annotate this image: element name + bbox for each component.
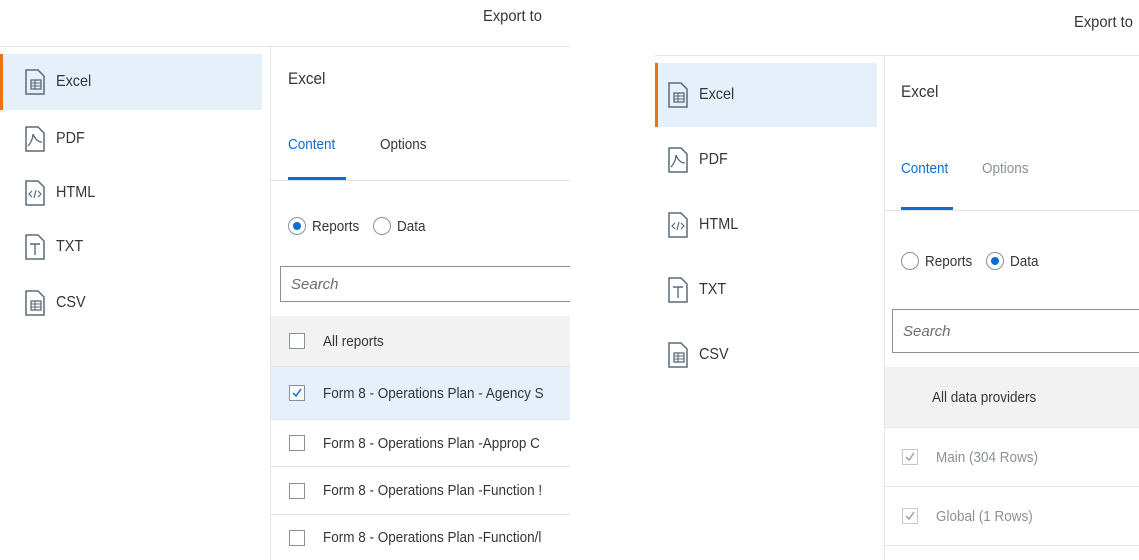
row-label: Global (1 Rows) <box>936 507 1033 525</box>
nav-item-excel[interactable]: Excel <box>655 63 877 127</box>
content-pane: Excel Content Options Reports Data All d… <box>884 56 1139 560</box>
pdf-icon <box>668 147 688 173</box>
nav-label: CSV <box>699 346 729 363</box>
nav-label: CSV <box>56 294 86 311</box>
content-type-radios: Reports Data <box>901 252 1049 270</box>
nav-item-html[interactable]: HTML <box>655 200 877 250</box>
radio-dot <box>990 257 999 265</box>
format-title: Excel <box>288 69 326 88</box>
list-item: Main (304 Rows) <box>885 428 1139 487</box>
list-header-label: All data providers <box>932 388 1037 406</box>
nav-item-txt[interactable]: TXT <box>655 265 877 315</box>
check-icon <box>905 511 915 521</box>
list-item[interactable]: Form 8 - Operations Plan -Function ! <box>271 467 570 515</box>
nav-label: PDF <box>699 151 728 168</box>
radio-label-reports: Reports <box>312 217 360 235</box>
list-header[interactable]: All reports <box>271 316 570 367</box>
radio-data[interactable] <box>985 252 1004 270</box>
row-label: Form 8 - Operations Plan - Agency S <box>323 384 544 402</box>
list-item[interactable]: Form 8 - Operations Plan -Function/l <box>271 515 570 560</box>
search-input[interactable] <box>893 310 1139 352</box>
row-checkbox <box>902 508 918 524</box>
search-input[interactable] <box>281 267 570 301</box>
nav-item-txt[interactable]: TXT <box>0 224 262 270</box>
nav-item-pdf[interactable]: PDF <box>655 135 877 185</box>
search-field <box>892 309 1139 353</box>
nav-label: TXT <box>699 281 727 298</box>
csv-icon <box>25 290 45 316</box>
radio-label-data: Data <box>1009 252 1039 270</box>
nav-item-html[interactable]: HTML <box>0 170 262 216</box>
row-label: Form 8 - Operations Plan -Function ! <box>323 482 543 499</box>
export-dialog-data: Export to Excel PDF HTML TXT CSV Excel C… <box>655 0 1139 560</box>
content-pane: Excel Content Options Reports Data All r… <box>270 47 570 560</box>
radio-label-data: Data <box>396 217 426 235</box>
nav-item-csv[interactable]: CSV <box>0 280 262 326</box>
list-item[interactable]: Form 8 - Operations Plan -Approp C <box>271 420 570 467</box>
row-checkbox[interactable] <box>289 529 305 546</box>
nav-label: Excel <box>56 73 92 90</box>
export-dialog-reports: Export to Excel PDF HTML TXT CSV Excel C… <box>0 0 570 560</box>
row-checkbox[interactable] <box>289 385 305 401</box>
tabbar-divider <box>271 180 570 181</box>
list-header[interactable]: All data providers <box>885 367 1139 428</box>
tab-options[interactable]: Options <box>380 136 427 153</box>
nav-label: PDF <box>56 130 85 147</box>
row-label: Form 8 - Operations Plan -Approp C <box>323 434 540 452</box>
content-type-radios: Reports Data <box>288 217 436 235</box>
nav-item-pdf[interactable]: PDF <box>0 116 262 162</box>
nav-label: HTML <box>56 184 96 201</box>
nav-label: Excel <box>699 86 735 103</box>
format-title: Excel <box>901 82 939 101</box>
dialog-title: Export to <box>483 8 542 25</box>
pdf-icon <box>25 126 45 152</box>
row-checkbox[interactable] <box>289 482 305 499</box>
radio-data[interactable] <box>372 217 391 235</box>
nav-label: HTML <box>699 216 739 233</box>
nav-item-excel[interactable]: Excel <box>0 54 262 110</box>
row-checkbox[interactable] <box>289 435 305 451</box>
radio-label-reports: Reports <box>925 252 973 270</box>
check-icon <box>292 388 302 398</box>
tab-content[interactable]: Content <box>288 136 335 153</box>
radio-reports[interactable] <box>288 217 306 235</box>
tabbar-divider <box>885 210 1139 211</box>
nav-item-csv[interactable]: CSV <box>655 330 877 380</box>
row-label: Main (304 Rows) <box>936 448 1039 466</box>
check-icon <box>905 452 915 462</box>
radio-reports[interactable] <box>901 252 919 270</box>
row-label: Form 8 - Operations Plan -Function/l <box>323 529 542 546</box>
list-item: Global (1 Rows) <box>885 487 1139 546</box>
select-all-checkbox[interactable] <box>289 333 305 349</box>
html-icon <box>668 212 688 238</box>
selected-marker <box>0 54 3 110</box>
list-item[interactable]: Form 8 - Operations Plan - Agency S <box>271 367 570 420</box>
search-field <box>280 266 570 302</box>
row-checkbox <box>902 449 918 465</box>
list-header-label: All reports <box>323 332 384 350</box>
nav-label: TXT <box>56 238 84 255</box>
csv-icon <box>668 342 688 368</box>
excel-icon <box>25 69 45 95</box>
excel-icon <box>668 82 688 108</box>
txt-icon <box>25 234 45 260</box>
dialog-title: Export to <box>1074 14 1133 31</box>
txt-icon <box>668 277 688 303</box>
tab-content[interactable]: Content <box>901 160 948 177</box>
tab-options[interactable]: Options <box>982 160 1029 177</box>
html-icon <box>25 180 45 206</box>
selected-marker <box>655 63 658 127</box>
radio-dot <box>293 222 301 230</box>
